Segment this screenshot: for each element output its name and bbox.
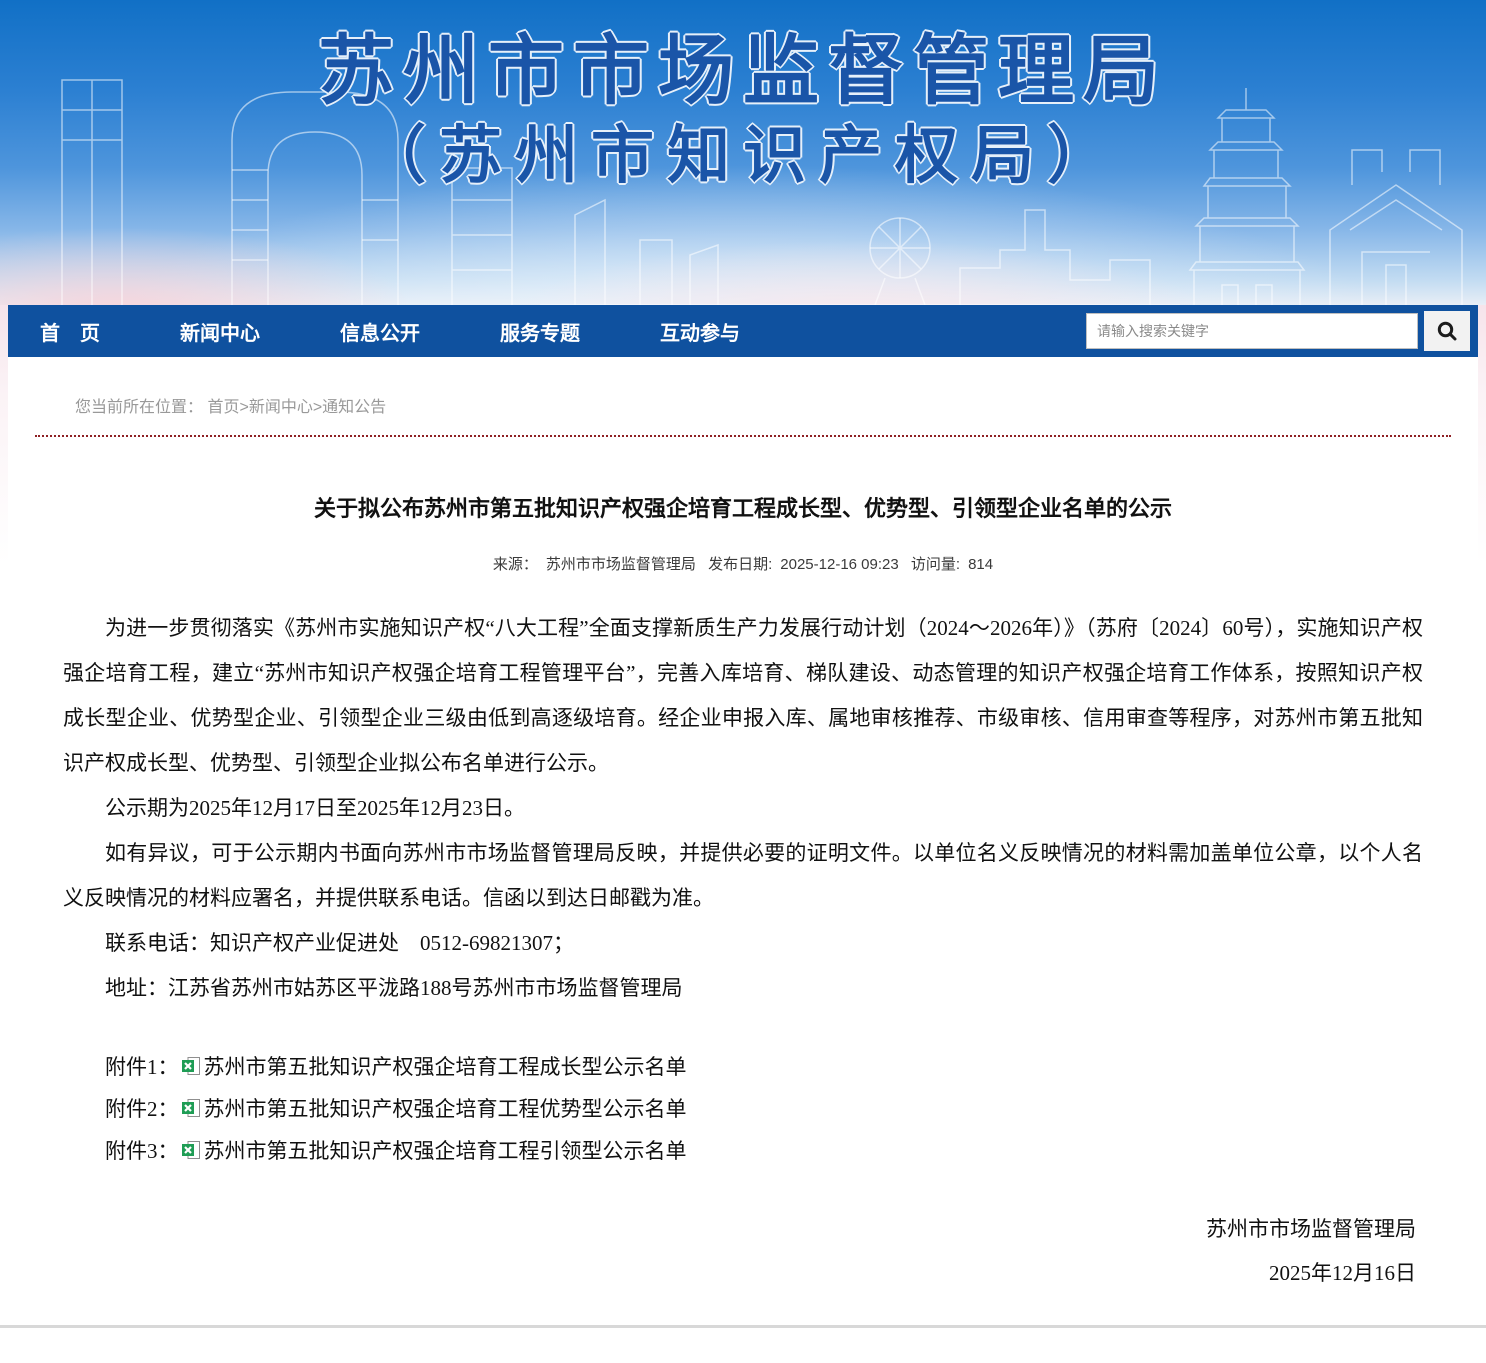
search-input[interactable]	[1086, 313, 1418, 349]
excel-file-icon	[181, 1140, 201, 1160]
breadcrumb: 您当前所在位置： 首页>新闻中心>通知公告	[8, 357, 1478, 417]
article-signature: 苏州市市场监督管理局 2025年12月16日	[8, 1207, 1478, 1295]
meta-source-value: 苏州市市场监督管理局	[546, 556, 696, 573]
paragraph: 为进一步贯彻落实《苏州市实施知识产权“八大工程”全面支撑新质生产力发展行动计划（…	[63, 606, 1423, 786]
paragraph: 公示期为2025年12月17日至2025年12月23日。	[63, 786, 1423, 831]
site-title: 苏州市市场监督管理局 （苏州市知识产权局）	[0, 0, 1486, 188]
meta-source-label: 来源：	[493, 556, 538, 573]
meta-date-label: 发布日期:	[708, 556, 772, 573]
attachment-label: 附件3：	[105, 1135, 179, 1165]
attachment-link-leading[interactable]: 苏州市第五批知识产权强企培育工程引领型公示名单	[204, 1135, 687, 1165]
nav-item-info-disclosure[interactable]: 信息公开	[340, 317, 420, 346]
article-meta: 来源： 苏州市市场监督管理局 发布日期: 2025-12-16 09:23 访问量:…	[8, 553, 1478, 574]
meta-visits-value: 814	[968, 556, 993, 573]
content-panel: 您当前所在位置： 首页>新闻中心>通知公告 关于拟公布苏州市第五批知识产权强企培…	[8, 357, 1478, 1363]
article-body: 为进一步贯彻落实《苏州市实施知识产权“八大工程”全面支撑新质生产力发展行动计划（…	[8, 606, 1478, 1011]
site-title-line2: （苏州市知识产权局）	[0, 125, 1486, 188]
site-banner: 苏州市市场监督管理局 （苏州市知识产权局）	[0, 0, 1486, 305]
attachment-link-growth[interactable]: 苏州市第五批知识产权强企培育工程成长型公示名单	[204, 1051, 687, 1081]
attachment-row: 附件2： 苏州市第五批知识产权强企培育工程优势型公示名单	[63, 1087, 1423, 1129]
attachment-row: 附件1： 苏州市第五批知识产权强企培育工程成长型公示名单	[63, 1045, 1423, 1087]
paragraph: 地址：江苏省苏州市姑苏区平泷路188号苏州市市场监督管理局	[63, 966, 1423, 1011]
signature-date: 2025年12月16日	[8, 1251, 1416, 1295]
breadcrumb-prefix: 您当前所在位置：	[75, 399, 203, 416]
nav-item-interaction[interactable]: 互动参与	[660, 317, 740, 346]
meta-date-value: 2025-12-16 09:23	[780, 556, 898, 573]
breadcrumb-path[interactable]: 首页>新闻中心>通知公告	[207, 399, 386, 416]
search-button[interactable]	[1424, 311, 1470, 351]
page-body: 首 页 新闻中心 信息公开 服务专题 互动参与 您当前所在位置： 首页>新闻中心…	[0, 305, 1486, 1363]
attachment-row: 附件3： 苏州市第五批知识产权强企培育工程引领型公示名单	[63, 1129, 1423, 1171]
search-icon	[1436, 320, 1458, 342]
signature-org: 苏州市市场监督管理局	[8, 1207, 1416, 1251]
attachment-link-advantage[interactable]: 苏州市第五批知识产权强企培育工程优势型公示名单	[204, 1093, 687, 1123]
article-title: 关于拟公布苏州市第五批知识产权强企培育工程成长型、优势型、引领型企业名单的公示	[8, 493, 1478, 525]
excel-file-icon	[181, 1056, 201, 1076]
search-area	[1086, 305, 1470, 357]
main-nav: 首 页 新闻中心 信息公开 服务专题 互动参与	[8, 305, 1478, 357]
excel-file-icon	[181, 1098, 201, 1118]
attachment-label: 附件1：	[105, 1051, 179, 1081]
paragraph: 如有异议，可于公示期内书面向苏州市市场监督管理局反映，并提供必要的证明文件。以单…	[63, 831, 1423, 921]
attachment-list: 附件1： 苏州市第五批知识产权强企培育工程成长型公示名单 附件2： 苏州市第五批…	[8, 1045, 1478, 1171]
nav-item-news[interactable]: 新闻中心	[180, 317, 260, 346]
nav-item-home[interactable]: 首 页	[40, 317, 100, 346]
dotted-divider	[35, 435, 1451, 437]
nav-item-service-topics[interactable]: 服务专题	[500, 317, 580, 346]
meta-visits-label: 访问量:	[911, 556, 960, 573]
paragraph: 联系电话：知识产权产业促进处 0512-69821307；	[63, 921, 1423, 966]
site-title-line1: 苏州市市场监督管理局	[0, 34, 1486, 110]
attachment-label: 附件2：	[105, 1093, 179, 1123]
